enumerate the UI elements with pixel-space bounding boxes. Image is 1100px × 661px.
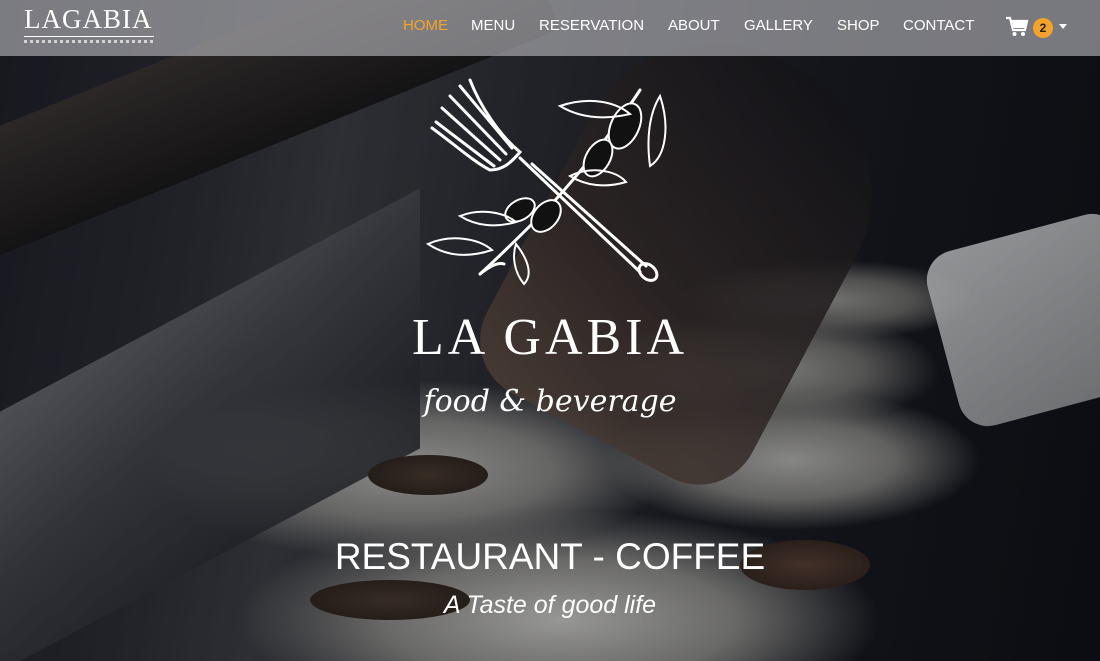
brand-name: LA GABIA xyxy=(411,309,689,366)
nav-about[interactable]: ABOUT xyxy=(668,17,720,34)
nav-gallery[interactable]: GALLERY xyxy=(744,17,813,34)
nav-home[interactable]: HOME xyxy=(403,17,448,34)
shopping-cart-icon xyxy=(1006,16,1029,36)
nav-contact[interactable]: CONTACT xyxy=(903,17,974,34)
nav-reservation[interactable]: RESERVATION xyxy=(539,17,644,34)
hero-tagline: A Taste of good life xyxy=(443,591,657,619)
nav-menu[interactable]: MENU xyxy=(471,17,515,34)
logo-tagline-mark xyxy=(24,40,154,43)
brand-subtitle: food & beverage xyxy=(423,384,677,419)
chevron-down-icon xyxy=(1059,24,1067,29)
cart-count-badge: 2 xyxy=(1033,18,1053,38)
site-header: LAGABIA HOME MENU RESERVATION ABOUT GALL… xyxy=(0,0,1100,56)
nav-shop[interactable]: SHOP xyxy=(837,17,880,34)
logo-divider xyxy=(24,36,154,37)
site-logo[interactable]: LAGABIA xyxy=(24,4,154,50)
page: LAGABIA HOME MENU RESERVATION ABOUT GALL… xyxy=(0,0,1100,661)
logo-text: LAGABIA xyxy=(24,4,153,34)
cart-dropdown[interactable]: 2 xyxy=(1005,14,1071,40)
fork-olive-branch-emblem xyxy=(425,78,667,286)
hero-headline: RESTAURANT - COFFEE xyxy=(334,536,766,577)
